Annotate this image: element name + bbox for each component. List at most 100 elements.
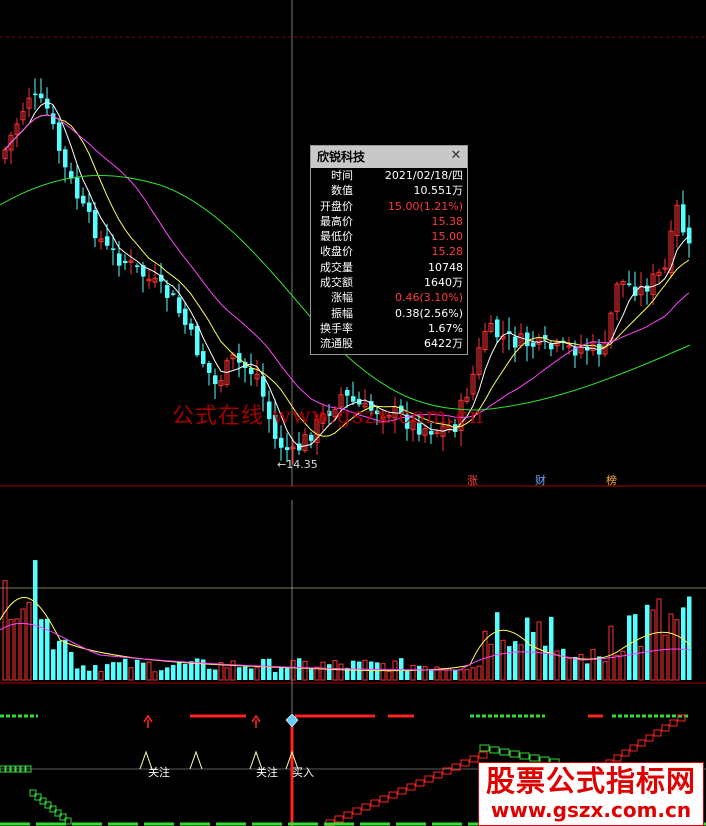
volume-bar [422, 666, 428, 681]
volume-bar [237, 667, 242, 680]
volume-bar [20, 608, 26, 681]
volume-bar [230, 660, 236, 681]
volume-bar [668, 613, 674, 681]
step-box [352, 807, 362, 815]
volume-bar [597, 656, 602, 680]
info-rows: 时间 2021/02/18/四 数值 10.551万 开盘价 15.00(1.21%) 最高… [311, 168, 467, 352]
low-price-label: ←14.35 [277, 458, 318, 471]
volume-bar [224, 667, 230, 681]
volume-bar [536, 621, 542, 681]
signal-watch-2: 关注 [256, 766, 278, 779]
volume-bar [146, 661, 152, 681]
volume-bar [249, 668, 254, 680]
info-row: 流通股 6422万 [311, 336, 467, 351]
volume-bar [177, 661, 182, 680]
candle-body [285, 447, 290, 451]
candle-body [51, 113, 56, 125]
info-value: 10.551万 [413, 184, 464, 198]
step-box [489, 746, 500, 754]
candle-body [207, 363, 212, 373]
candle-body [165, 285, 170, 298]
info-row: 收盘价 15.28 [311, 244, 467, 259]
volume-bar [309, 669, 314, 680]
info-row: 振幅 0.38(2.56%) [311, 306, 467, 321]
step-box [397, 787, 407, 795]
volume-bar [213, 669, 218, 680]
step-box [645, 734, 654, 742]
info-key: 成交额 [320, 276, 353, 290]
info-value: 0.46(3.10%) [394, 291, 463, 305]
volume-bar [405, 670, 410, 680]
volume-bar [327, 664, 332, 680]
info-value: 15.28 [431, 245, 464, 259]
volume-bar [525, 617, 530, 680]
candle-body [627, 283, 632, 285]
candle-body [213, 375, 218, 385]
volume-bar [123, 658, 128, 680]
volume-bar [638, 645, 644, 681]
signal-watch-1: 关注 [148, 766, 170, 779]
volume-bar [141, 662, 146, 680]
info-key: 流通股 [320, 337, 353, 351]
volume-bar [507, 646, 512, 680]
volume-bar [608, 625, 614, 681]
candle-body [111, 248, 116, 250]
volume-bar [117, 662, 122, 680]
volume-bar [518, 644, 524, 681]
step-box [669, 719, 678, 727]
volume-bar [302, 660, 308, 681]
badge-url: www.gszx.com.cn [490, 798, 692, 822]
volume-bar [464, 669, 470, 681]
info-key: 换手率 [320, 321, 353, 335]
volume-bars-group [2, 560, 692, 681]
candle-body [309, 434, 314, 441]
volume-bar [165, 667, 170, 680]
info-row: 成交量 10748 [311, 260, 467, 275]
volume-bar [417, 665, 422, 680]
volume-bar [650, 609, 656, 681]
info-row: 涨幅 0.46(3.10%) [311, 290, 467, 305]
watermark-text: 公式在线 www.gszx.com.cn [172, 404, 485, 429]
info-value: 15.38 [431, 214, 464, 228]
volume-bar [279, 667, 284, 680]
volume-bar [332, 660, 338, 681]
candle-body [249, 367, 254, 375]
step-box [499, 748, 510, 756]
popup-title-bar[interactable]: 欣锐科技 ✕ [311, 146, 467, 168]
candle-body [63, 149, 68, 168]
volume-bar [111, 662, 116, 680]
info-key: 最高价 [320, 214, 353, 228]
info-key: 振幅 [331, 306, 353, 320]
volume-bar [195, 658, 200, 680]
tag-zhang[interactable]: 涨 [467, 472, 478, 488]
step-box [469, 755, 479, 763]
volume-bar [399, 658, 404, 680]
volume-bar [590, 649, 596, 681]
info-key: 最低价 [320, 230, 353, 244]
stock-info-popup[interactable]: 欣锐科技 ✕ 时间 2021/02/18/四 数值 10.551万 开盘价 15.00(1… [310, 145, 468, 355]
tag-cai[interactable]: 财 [535, 472, 546, 488]
volume-bar [614, 654, 620, 681]
volume-bar [98, 671, 104, 681]
volume-bar [63, 639, 68, 680]
step-box [478, 751, 488, 759]
volume-bar [81, 665, 86, 680]
volume-bar [585, 663, 590, 680]
volume-bar [285, 667, 290, 680]
info-value: 1.67% [428, 321, 463, 335]
step-box [519, 752, 530, 760]
volume-bar [2, 580, 8, 681]
badge-title: 股票公式指标网 [485, 764, 696, 798]
close-icon[interactable]: ✕ [449, 149, 463, 163]
volume-bar [386, 670, 392, 681]
volume-bar [429, 669, 434, 680]
step-box [479, 744, 490, 752]
info-row: 最高价 15.38 [311, 214, 467, 229]
step-box [379, 795, 389, 803]
candle-body [135, 265, 140, 267]
volume-bar [674, 619, 680, 681]
volume-bar [573, 656, 578, 680]
volume-bar [290, 659, 296, 681]
tag-bang[interactable]: 榜 [606, 472, 617, 488]
volume-bar [87, 670, 92, 680]
